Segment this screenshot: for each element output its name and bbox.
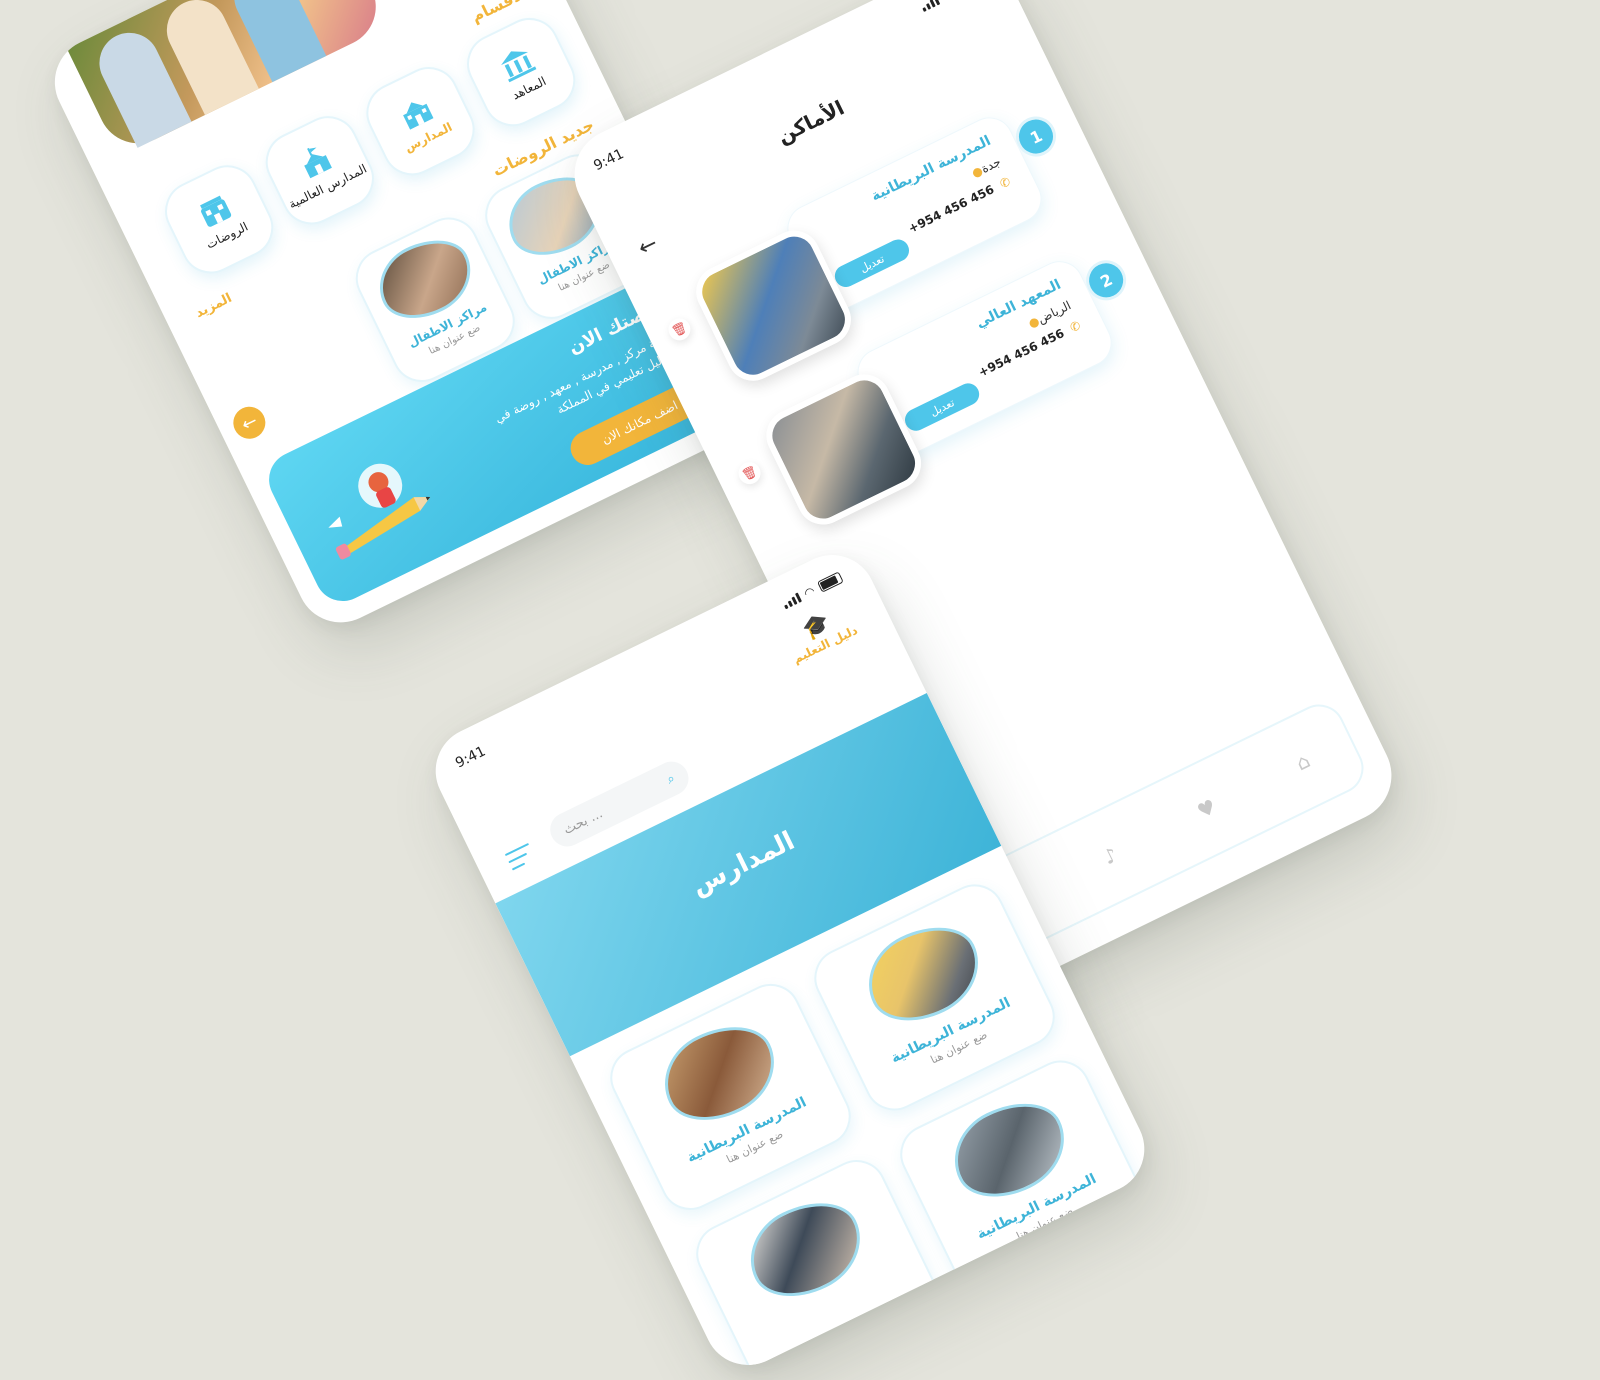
edit-button[interactable]: تعديل [901, 379, 983, 435]
status-bar: 9:41 ◠ [452, 568, 845, 774]
category-institutes[interactable]: المعاهد [456, 7, 586, 137]
search-placeholder: بحث ... [561, 805, 605, 838]
battery-icon [816, 571, 844, 593]
wifi-icon: ◠ [940, 0, 956, 3]
category-kindergartens[interactable]: الروضات [154, 155, 284, 284]
more-link[interactable]: المزيد [193, 291, 234, 321]
mockup-canvas: { "colors": { "background": "#e4e4dc", "… [0, 0, 1600, 1380]
place-name: المعهد العالي [973, 276, 1064, 332]
wifi-icon: ◠ [801, 583, 818, 601]
status-time: 9:41 [591, 146, 627, 175]
category-schools[interactable]: المدارس [356, 57, 485, 186]
delete-icon[interactable]: 🗑 [734, 458, 765, 488]
edit-button[interactable]: تعديل [831, 235, 913, 291]
bell-icon[interactable]: ♪ [1099, 842, 1121, 869]
category-international-schools[interactable]: المدارس العالمية [255, 106, 385, 235]
back-arrow-icon[interactable]: ← [634, 231, 662, 262]
place-phone: +954 456 456 ✆ [906, 174, 1013, 236]
prev-arrow-button[interactable]: ← [227, 401, 271, 445]
search-icon: ⌕ [664, 770, 678, 788]
school-card-photo [734, 1185, 877, 1314]
menu-icon[interactable] [504, 842, 539, 876]
status-time: 9:41 [452, 743, 489, 772]
phone-number: +954 456 456 [906, 182, 997, 236]
signal-icon [919, 0, 940, 13]
status-icons: ◠ [918, 0, 982, 14]
heart-icon[interactable]: ♥ [1193, 794, 1220, 823]
signal-icon [781, 592, 802, 610]
phone-icon: ✆ [997, 174, 1013, 192]
place-city: جدة [978, 154, 1004, 176]
delete-icon[interactable]: 🗑 [664, 314, 695, 345]
phone-number: +954 456 456 [976, 326, 1067, 380]
home-icon[interactable]: ⌂ [1292, 748, 1314, 775]
pencil-rocket-illustration [328, 463, 431, 560]
arrow-left-icon: ← [237, 409, 261, 436]
phone-icon: ✆ [1067, 318, 1083, 336]
